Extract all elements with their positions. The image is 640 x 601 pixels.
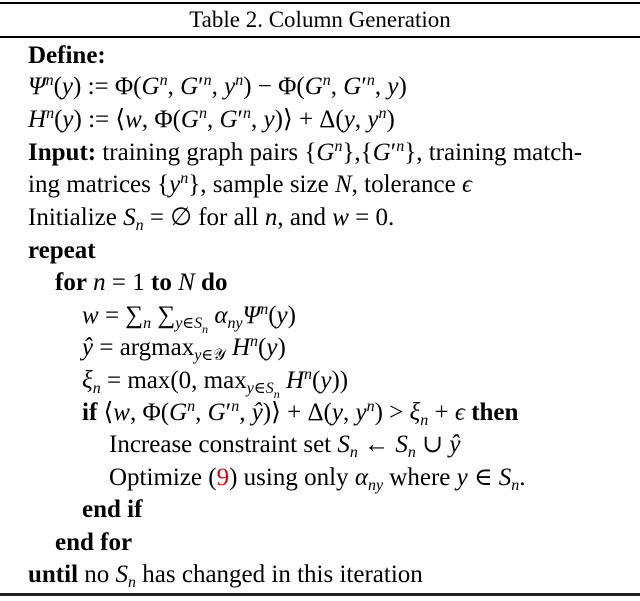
optimize-line: Optimize (9) using only αny where y ∈ Sn…: [109, 464, 526, 494]
table-caption: Table 2. Column Generation: [189, 7, 451, 32]
equation-reference-link[interactable]: 9: [217, 464, 230, 491]
initialize-line: Initialize Sn = ∅ for all n, and w = 0.: [28, 204, 395, 234]
caption-rule: [0, 36, 640, 38]
h-definition: Hn(y) := ⟨w, Φ(Gn, G′n, y)⟩ + Δ(y, yn): [28, 105, 395, 134]
input-line-1: Input: training graph pairs {Gn},{G′n}, …: [28, 138, 583, 167]
repeat-keyword: repeat: [28, 237, 96, 264]
xi-update-line: ξn = max(0, maxy∈Sn Hn(y)): [82, 366, 349, 401]
for-upper-bound: N: [178, 269, 195, 296]
to-keyword: to: [151, 269, 172, 296]
psi-definition: Ψn(y) := Φ(Gn, G′n, yn) − Φ(Gn, G′n, y): [28, 72, 407, 101]
if-line: if ⟨w, Φ(Gn, G′n, ŷ)⟩ + Δ(y, yn) > ξn + …: [82, 398, 519, 429]
until-line: until no Sn has changed in this iteratio…: [28, 561, 423, 591]
end-for-keyword: end for: [55, 529, 133, 556]
bottom-rule: [0, 593, 640, 596]
end-if-keyword: end if: [82, 496, 143, 523]
yhat-update-line: ŷ = argmaxy∈𝒴 Hn(y): [82, 333, 286, 364]
until-keyword: until: [28, 561, 79, 588]
do-keyword: do: [201, 269, 228, 296]
define-label: Define:: [28, 42, 106, 69]
input-line-2: ing matrices {yn}, sample size N, tolera…: [28, 170, 473, 199]
for-keyword: for: [55, 269, 87, 296]
optimize-text: Optimize (: [109, 464, 217, 491]
for-loop-line: for n = 1 to N do: [55, 269, 228, 296]
then-keyword: then: [471, 399, 519, 426]
input-label: Input:: [28, 139, 97, 166]
increase-line: Increase constraint set Sn ← Sn ∪ ŷ: [109, 431, 461, 461]
w-update-line: w = ∑n ∑y∈Sn αnyΨn(y): [82, 301, 296, 336]
if-keyword: if: [82, 399, 98, 426]
